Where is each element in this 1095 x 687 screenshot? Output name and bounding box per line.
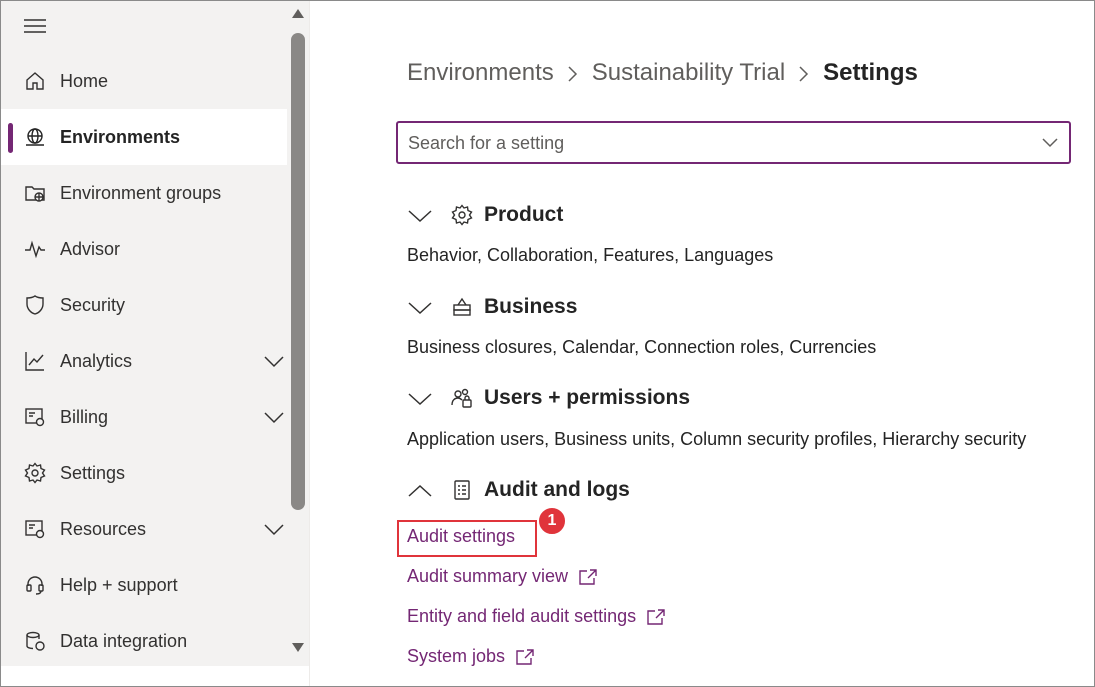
sidebar-nav: Home Environments Environment groups Adv… [1, 1, 287, 666]
section-title: Business [484, 295, 578, 318]
folder-globe-icon [23, 181, 47, 205]
section-description: Behavior, Collaboration, Features, Langu… [407, 245, 774, 265]
sidebar-item-environments[interactable]: Environments [1, 109, 287, 165]
sidebar-item-label: Environment groups [60, 182, 222, 203]
sidebar-item-label: Advisor [60, 238, 121, 259]
section-audit-logs-header[interactable]: Audit and logs [407, 476, 707, 506]
sidebar-scrollbar[interactable] [287, 1, 309, 666]
shield-icon [23, 293, 47, 317]
search-input[interactable] [408, 131, 1008, 155]
chevron-down-icon[interactable] [263, 407, 285, 427]
link-label: System jobs [407, 646, 506, 666]
breadcrumb-sustainability-trial[interactable]: Sustainability Trial [592, 59, 785, 87]
business-icon [451, 296, 475, 320]
hamburger-icon[interactable] [23, 17, 47, 35]
section-description: Business closures, Calendar, Connection … [407, 337, 877, 357]
chevron-right-icon [785, 63, 823, 83]
annotation-highlight-box [397, 520, 537, 557]
sidebar-item-home[interactable]: Home [1, 53, 287, 109]
link-label: Audit summary view [407, 566, 569, 586]
chevron-up-icon[interactable] [407, 480, 433, 502]
sidebar-divider [309, 1, 310, 686]
section-title: Audit and logs [484, 478, 630, 501]
system-jobs-link[interactable]: System jobs [407, 646, 535, 667]
chevron-down-icon[interactable] [263, 351, 285, 371]
sidebar-item-settings[interactable]: Settings [1, 445, 287, 501]
sidebar-item-label: Billing [60, 406, 109, 427]
sidebar-item-label: Environments [60, 126, 181, 147]
section-description: Application users, Business units, Colum… [407, 429, 1027, 449]
external-link-icon [515, 648, 535, 666]
chevron-down-icon[interactable] [1040, 135, 1060, 151]
external-link-icon [646, 608, 666, 626]
sidebar-item-billing[interactable]: Billing [1, 389, 287, 445]
scroll-down-arrow-icon[interactable] [292, 643, 304, 652]
settings-search[interactable] [396, 121, 1071, 164]
audit-summary-view-link[interactable]: Audit summary view [407, 566, 598, 587]
breadcrumb-environments[interactable]: Environments [407, 59, 554, 87]
sidebar-item-security[interactable]: Security [1, 277, 287, 333]
sidebar-item-label: Security [60, 294, 126, 315]
sidebar-item-analytics[interactable]: Analytics [1, 333, 287, 389]
section-title: Users + permissions [484, 386, 691, 409]
scroll-thumb[interactable] [291, 33, 305, 510]
section-title: Product [484, 203, 564, 226]
users-lock-icon [451, 387, 475, 411]
sidebar-item-label: Settings [60, 462, 126, 483]
globe-icon [23, 125, 47, 149]
database-icon [23, 629, 47, 653]
breadcrumb: Environments Sustainability Trial Settin… [407, 57, 918, 89]
chevron-down-icon[interactable] [407, 388, 433, 410]
external-link-icon [578, 568, 598, 586]
sidebar-item-label: Resources [60, 518, 147, 539]
sidebar-item-help-support[interactable]: Help + support [1, 557, 287, 613]
link-label: Entity and field audit settings [407, 606, 637, 626]
headset-icon [23, 573, 47, 597]
sidebar-item-environment-groups[interactable]: Environment groups [1, 165, 287, 221]
chevron-down-icon[interactable] [407, 297, 433, 319]
chart-line-icon [23, 349, 47, 373]
sidebar-item-label: Analytics [60, 350, 133, 371]
billing-icon [23, 405, 47, 429]
chevron-down-icon[interactable] [263, 519, 285, 539]
page-title: Settings [823, 59, 918, 86]
section-business-header[interactable]: Business [407, 293, 707, 323]
home-icon [23, 69, 47, 93]
sidebar-item-label: Data integration [60, 630, 188, 651]
section-users-permissions-header[interactable]: Users + permissions [407, 384, 707, 414]
resources-icon [23, 517, 47, 541]
scroll-up-arrow-icon[interactable] [292, 9, 304, 18]
checklist-icon [451, 479, 475, 503]
entity-field-audit-settings-link[interactable]: Entity and field audit settings [407, 606, 666, 627]
sidebar-item-resources[interactable]: Resources [1, 501, 287, 557]
selected-indicator [8, 123, 13, 153]
pulse-icon [23, 237, 47, 261]
annotation-step-badge: 1 [538, 507, 566, 535]
chevron-down-icon[interactable] [407, 205, 433, 227]
section-product-header[interactable]: Product [407, 201, 707, 231]
gear-icon [451, 204, 475, 228]
app-window: Home Environments Environment groups Adv… [0, 0, 1095, 687]
sidebar-footer [1, 666, 309, 686]
gear-icon [23, 461, 47, 485]
chevron-right-icon [554, 63, 592, 83]
sidebar-item-label: Help + support [60, 574, 178, 595]
sidebar-item-data-integration[interactable]: Data integration [1, 613, 287, 669]
sidebar-item-advisor[interactable]: Advisor [1, 221, 287, 277]
sidebar-item-label: Home [60, 70, 109, 91]
